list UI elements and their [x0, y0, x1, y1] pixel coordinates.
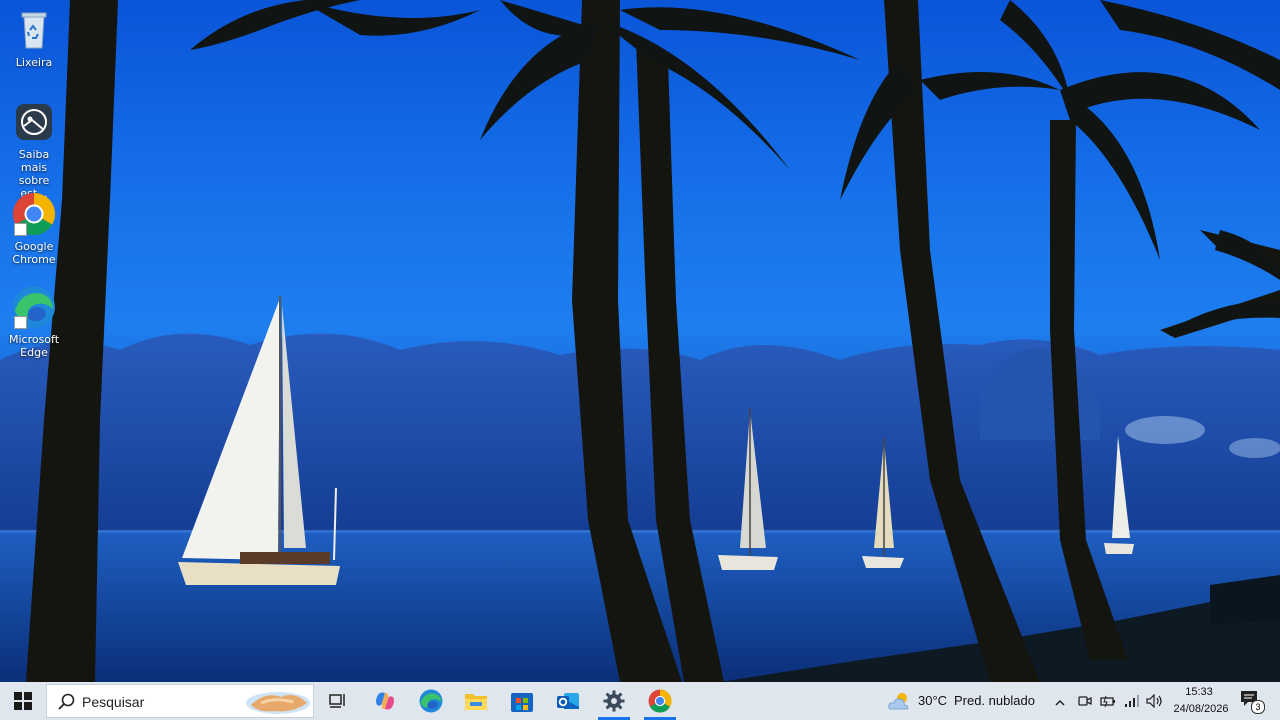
chevron-up-icon — [1055, 699, 1065, 706]
outlook-icon — [557, 693, 579, 709]
taskbar-outlook[interactable] — [546, 682, 590, 720]
shortcut-arrow-icon — [14, 316, 27, 329]
volume-button[interactable] — [1146, 693, 1164, 712]
recycle-bin-icon — [12, 8, 56, 52]
store-icon — [511, 693, 533, 712]
wallpaper-image — [0, 0, 1280, 682]
learn-more-icon — [12, 100, 56, 144]
taskbar: Pesquisar 30°C Pred. nublado 15:33 24/08… — [0, 682, 1280, 720]
meet-now-button[interactable] — [1078, 693, 1092, 712]
clock-date: 24/08/2026 — [1173, 703, 1229, 715]
taskbar-copilot[interactable] — [363, 682, 407, 720]
chrome-icon — [12, 192, 56, 236]
taskbar-file-explorer[interactable] — [454, 682, 498, 720]
task-view-icon — [329, 694, 345, 708]
search-box[interactable]: Pesquisar — [46, 684, 314, 718]
weather-temperature: 30°C — [918, 693, 948, 708]
taskbar-edge[interactable] — [409, 682, 453, 720]
desktop-icon-learn-more[interactable]: Saiba mais sobre est... — [4, 100, 64, 200]
battery-button[interactable] — [1100, 693, 1116, 712]
taskbar-microsoft-store[interactable] — [500, 682, 544, 720]
partly-cloudy-icon — [888, 693, 909, 710]
desktop: Lixeira Saiba mais sobre est... G — [0, 0, 1280, 682]
taskbar-task-view[interactable] — [316, 682, 360, 720]
desktop-icon-microsoft-edge[interactable]: Microsoft Edge — [4, 285, 64, 359]
clock-time: 15:33 — [1185, 686, 1213, 698]
shortcut-arrow-icon — [14, 223, 27, 236]
desktop-icon-label: Lixeira — [15, 56, 53, 69]
desktop-icon-recycle-bin[interactable]: Lixeira — [4, 8, 64, 69]
system-tray: 30°C Pred. nublado 15:33 24/08/2026 3 — [884, 682, 1280, 720]
wifi-icon — [1125, 695, 1139, 707]
copilot-icon — [376, 692, 394, 710]
edge-icon — [419, 689, 443, 713]
show-hidden-icons-button[interactable] — [1054, 694, 1066, 713]
edge-icon — [12, 285, 56, 329]
search-placeholder: Pesquisar — [82, 694, 145, 710]
weather-condition: Pred. nublado — [954, 693, 1035, 708]
network-button[interactable] — [1124, 693, 1140, 712]
taskbar-settings[interactable] — [592, 682, 636, 720]
desktop-icon-label: Microsoft Edge — [8, 333, 60, 359]
windows-icon — [14, 692, 32, 710]
gear-icon — [603, 690, 625, 712]
start-button[interactable] — [0, 682, 46, 720]
speaker-icon — [1146, 693, 1162, 709]
desktop-icon-google-chrome[interactable]: Google Chrome — [4, 192, 64, 266]
notification-center-button[interactable]: 3 — [1240, 690, 1265, 714]
search-icon — [58, 693, 75, 710]
meet-now-icon — [1078, 696, 1092, 706]
notification-badge: 3 — [1251, 700, 1265, 714]
chrome-icon — [648, 689, 672, 713]
folder-icon — [465, 694, 487, 710]
desktop-icon-label: Google Chrome — [12, 240, 56, 266]
taskbar-chrome[interactable] — [638, 682, 682, 720]
battery-icon — [1100, 695, 1115, 708]
weather-widget[interactable]: 30°C Pred. nublado — [884, 682, 1044, 720]
search-highlight-icon — [246, 692, 310, 714]
clock[interactable]: 15:33 24/08/2026 — [1170, 682, 1236, 720]
